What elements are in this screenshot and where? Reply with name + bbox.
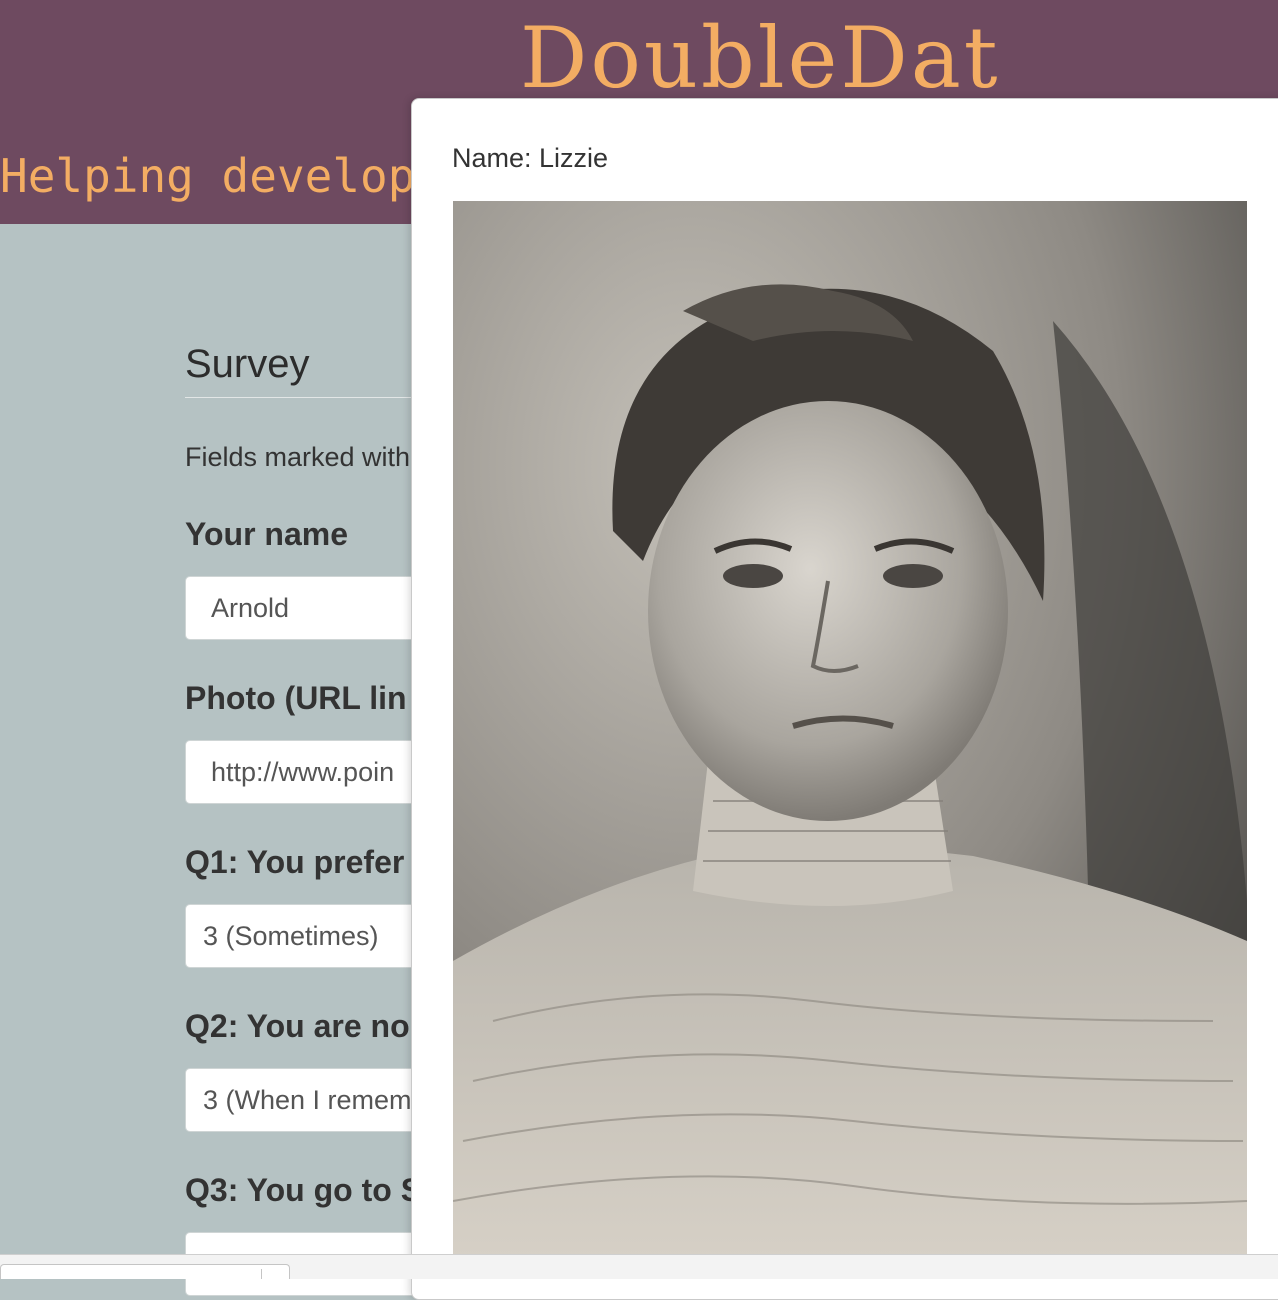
name-label: Your name (185, 516, 348, 552)
q3-label: Q3: You go to S (185, 1172, 423, 1208)
name-input[interactable]: Arnold (185, 576, 445, 640)
title-divider (185, 397, 425, 398)
required-fields-hint: Fields marked with (185, 442, 411, 472)
page-title: Survey (185, 342, 310, 386)
match-result-modal: Name: Lizzie (411, 98, 1278, 1300)
q1-label: Q1: You prefer (185, 844, 405, 880)
match-name: Name: Lizzie (452, 143, 609, 173)
bottom-tab[interactable] (0, 1264, 290, 1279)
q2-label: Q2: You are no (185, 1008, 410, 1044)
photo-url-input[interactable]: http://www.poin (185, 740, 445, 804)
q2-select[interactable]: 3 (When I remem (185, 1068, 445, 1132)
q1-select[interactable]: 3 (Sometimes) (185, 904, 445, 968)
tagline: Helping develop (0, 149, 416, 203)
brand-logo-text[interactable]: DoubleDat (520, 8, 1001, 108)
photo-url-label: Photo (URL lin (185, 680, 407, 716)
match-photo (453, 201, 1247, 1261)
